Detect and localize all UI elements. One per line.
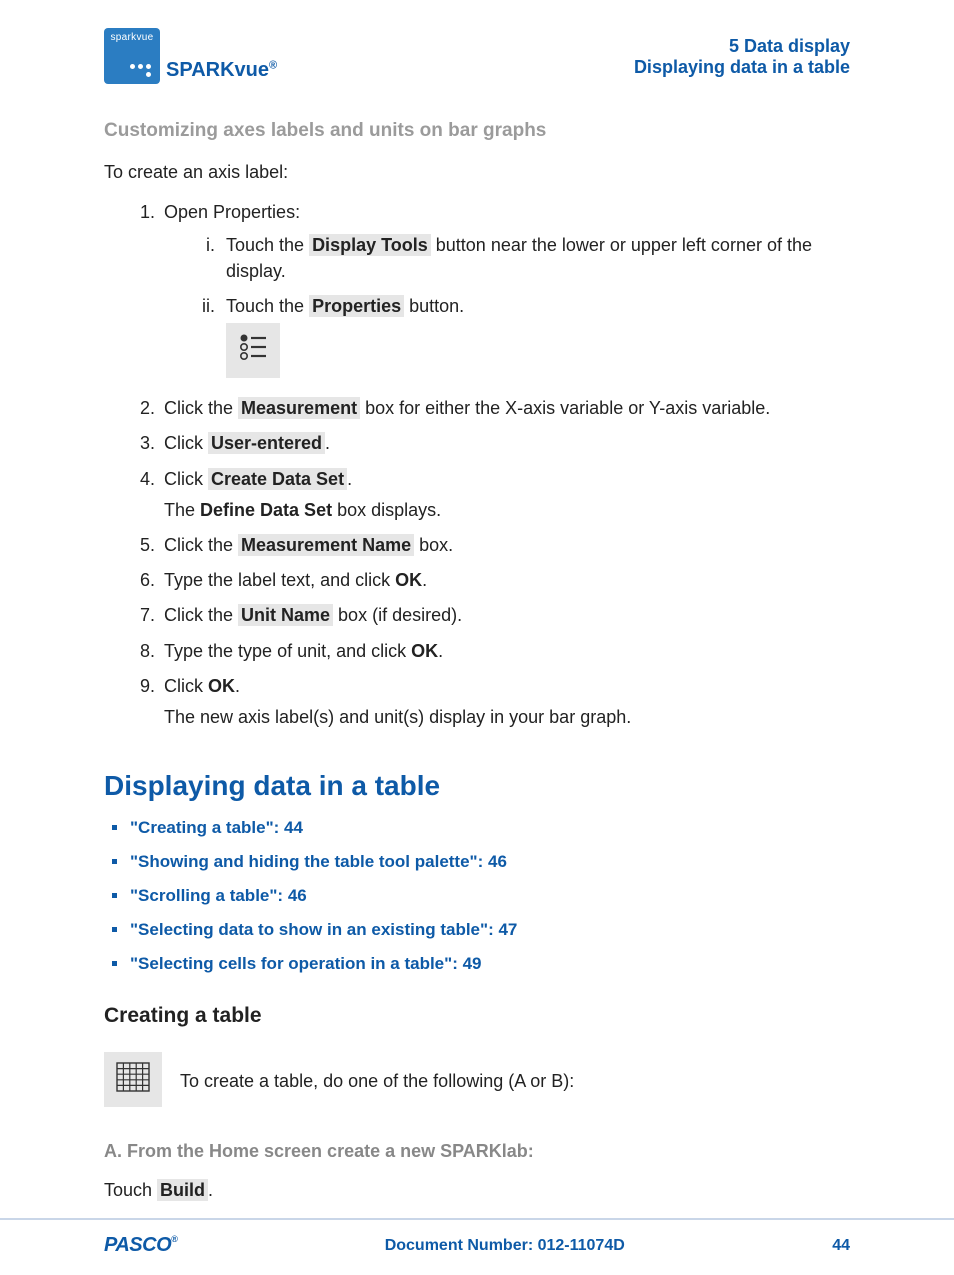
header-right: 5 Data display Displaying data in a tabl… <box>634 28 850 78</box>
toc-link[interactable]: "Showing and hiding the table tool palet… <box>126 852 850 872</box>
product-name: SPARKvue® <box>166 59 277 84</box>
document-number: Document Number: 012-11074D <box>177 1237 832 1255</box>
logo-dots-icon <box>128 62 152 78</box>
logo-text: sparkvue <box>104 32 160 43</box>
toc-link[interactable]: "Creating a table": 44 <box>126 818 850 838</box>
step-2: Click the Measurement box for either the… <box>160 396 850 421</box>
intro-text: To create an axis label: <box>104 160 850 184</box>
display-tools-label: Display Tools <box>309 234 431 256</box>
table-icon <box>104 1052 162 1107</box>
option-a-text: Touch Build. <box>104 1178 850 1202</box>
substeps-list: Touch the Display Tools button near the … <box>164 233 850 386</box>
page-footer: PASCO® Document Number: 012-11074D 44 <box>0 1218 954 1275</box>
properties-icon <box>226 323 280 378</box>
subsection-heading: Customizing axes labels and units on bar… <box>104 120 850 142</box>
step-text: Open Properties: <box>164 202 300 222</box>
brand: sparkvue SPARKvue® <box>104 28 277 84</box>
toc-link[interactable]: "Selecting cells for operation in a tabl… <box>126 954 850 974</box>
step-9: Click OK. The new axis label(s) and unit… <box>160 674 850 730</box>
toc-link[interactable]: "Scrolling a table": 46 <box>126 886 850 906</box>
subsection-heading: Creating a table <box>104 1004 850 1028</box>
substep-ii: Touch the Properties button. <box>220 294 850 386</box>
step-4: Click Create Data Set. The Define Data S… <box>160 467 850 523</box>
page-header: sparkvue SPARKvue® 5 Data display Displa… <box>104 28 850 84</box>
step-8: Type the type of unit, and click OK. <box>160 639 850 664</box>
properties-label: Properties <box>309 295 404 317</box>
substep-i: Touch the Display Tools button near the … <box>220 233 850 283</box>
step-3: Click User-entered. <box>160 431 850 456</box>
page-number: 44 <box>832 1237 850 1255</box>
step-note: The new axis label(s) and unit(s) displa… <box>164 705 850 730</box>
toc-list: "Creating a table": 44 "Showing and hidi… <box>104 818 850 974</box>
toc-link[interactable]: "Selecting data to show in an existing t… <box>126 920 850 940</box>
create-table-row: To create a table, do one of the followi… <box>104 1048 850 1115</box>
app-logo-icon: sparkvue <box>104 28 160 84</box>
chapter-label: 5 Data display <box>634 36 850 57</box>
step-1: Open Properties: Touch the Display Tools… <box>160 200 850 386</box>
company-logo: PASCO® <box>104 1234 177 1257</box>
build-label: Build <box>157 1179 208 1201</box>
step-6: Type the label text, and click OK. <box>160 568 850 593</box>
steps-list: Open Properties: Touch the Display Tools… <box>104 200 850 730</box>
step-5: Click the Measurement Name box. <box>160 533 850 558</box>
create-table-text: To create a table, do one of the followi… <box>180 1071 574 1092</box>
step-7: Click the Unit Name box (if desired). <box>160 603 850 628</box>
section-heading: Displaying data in a table <box>104 770 850 802</box>
section-label: Displaying data in a table <box>634 57 850 78</box>
option-a-heading: A. From the Home screen create a new SPA… <box>104 1141 850 1162</box>
